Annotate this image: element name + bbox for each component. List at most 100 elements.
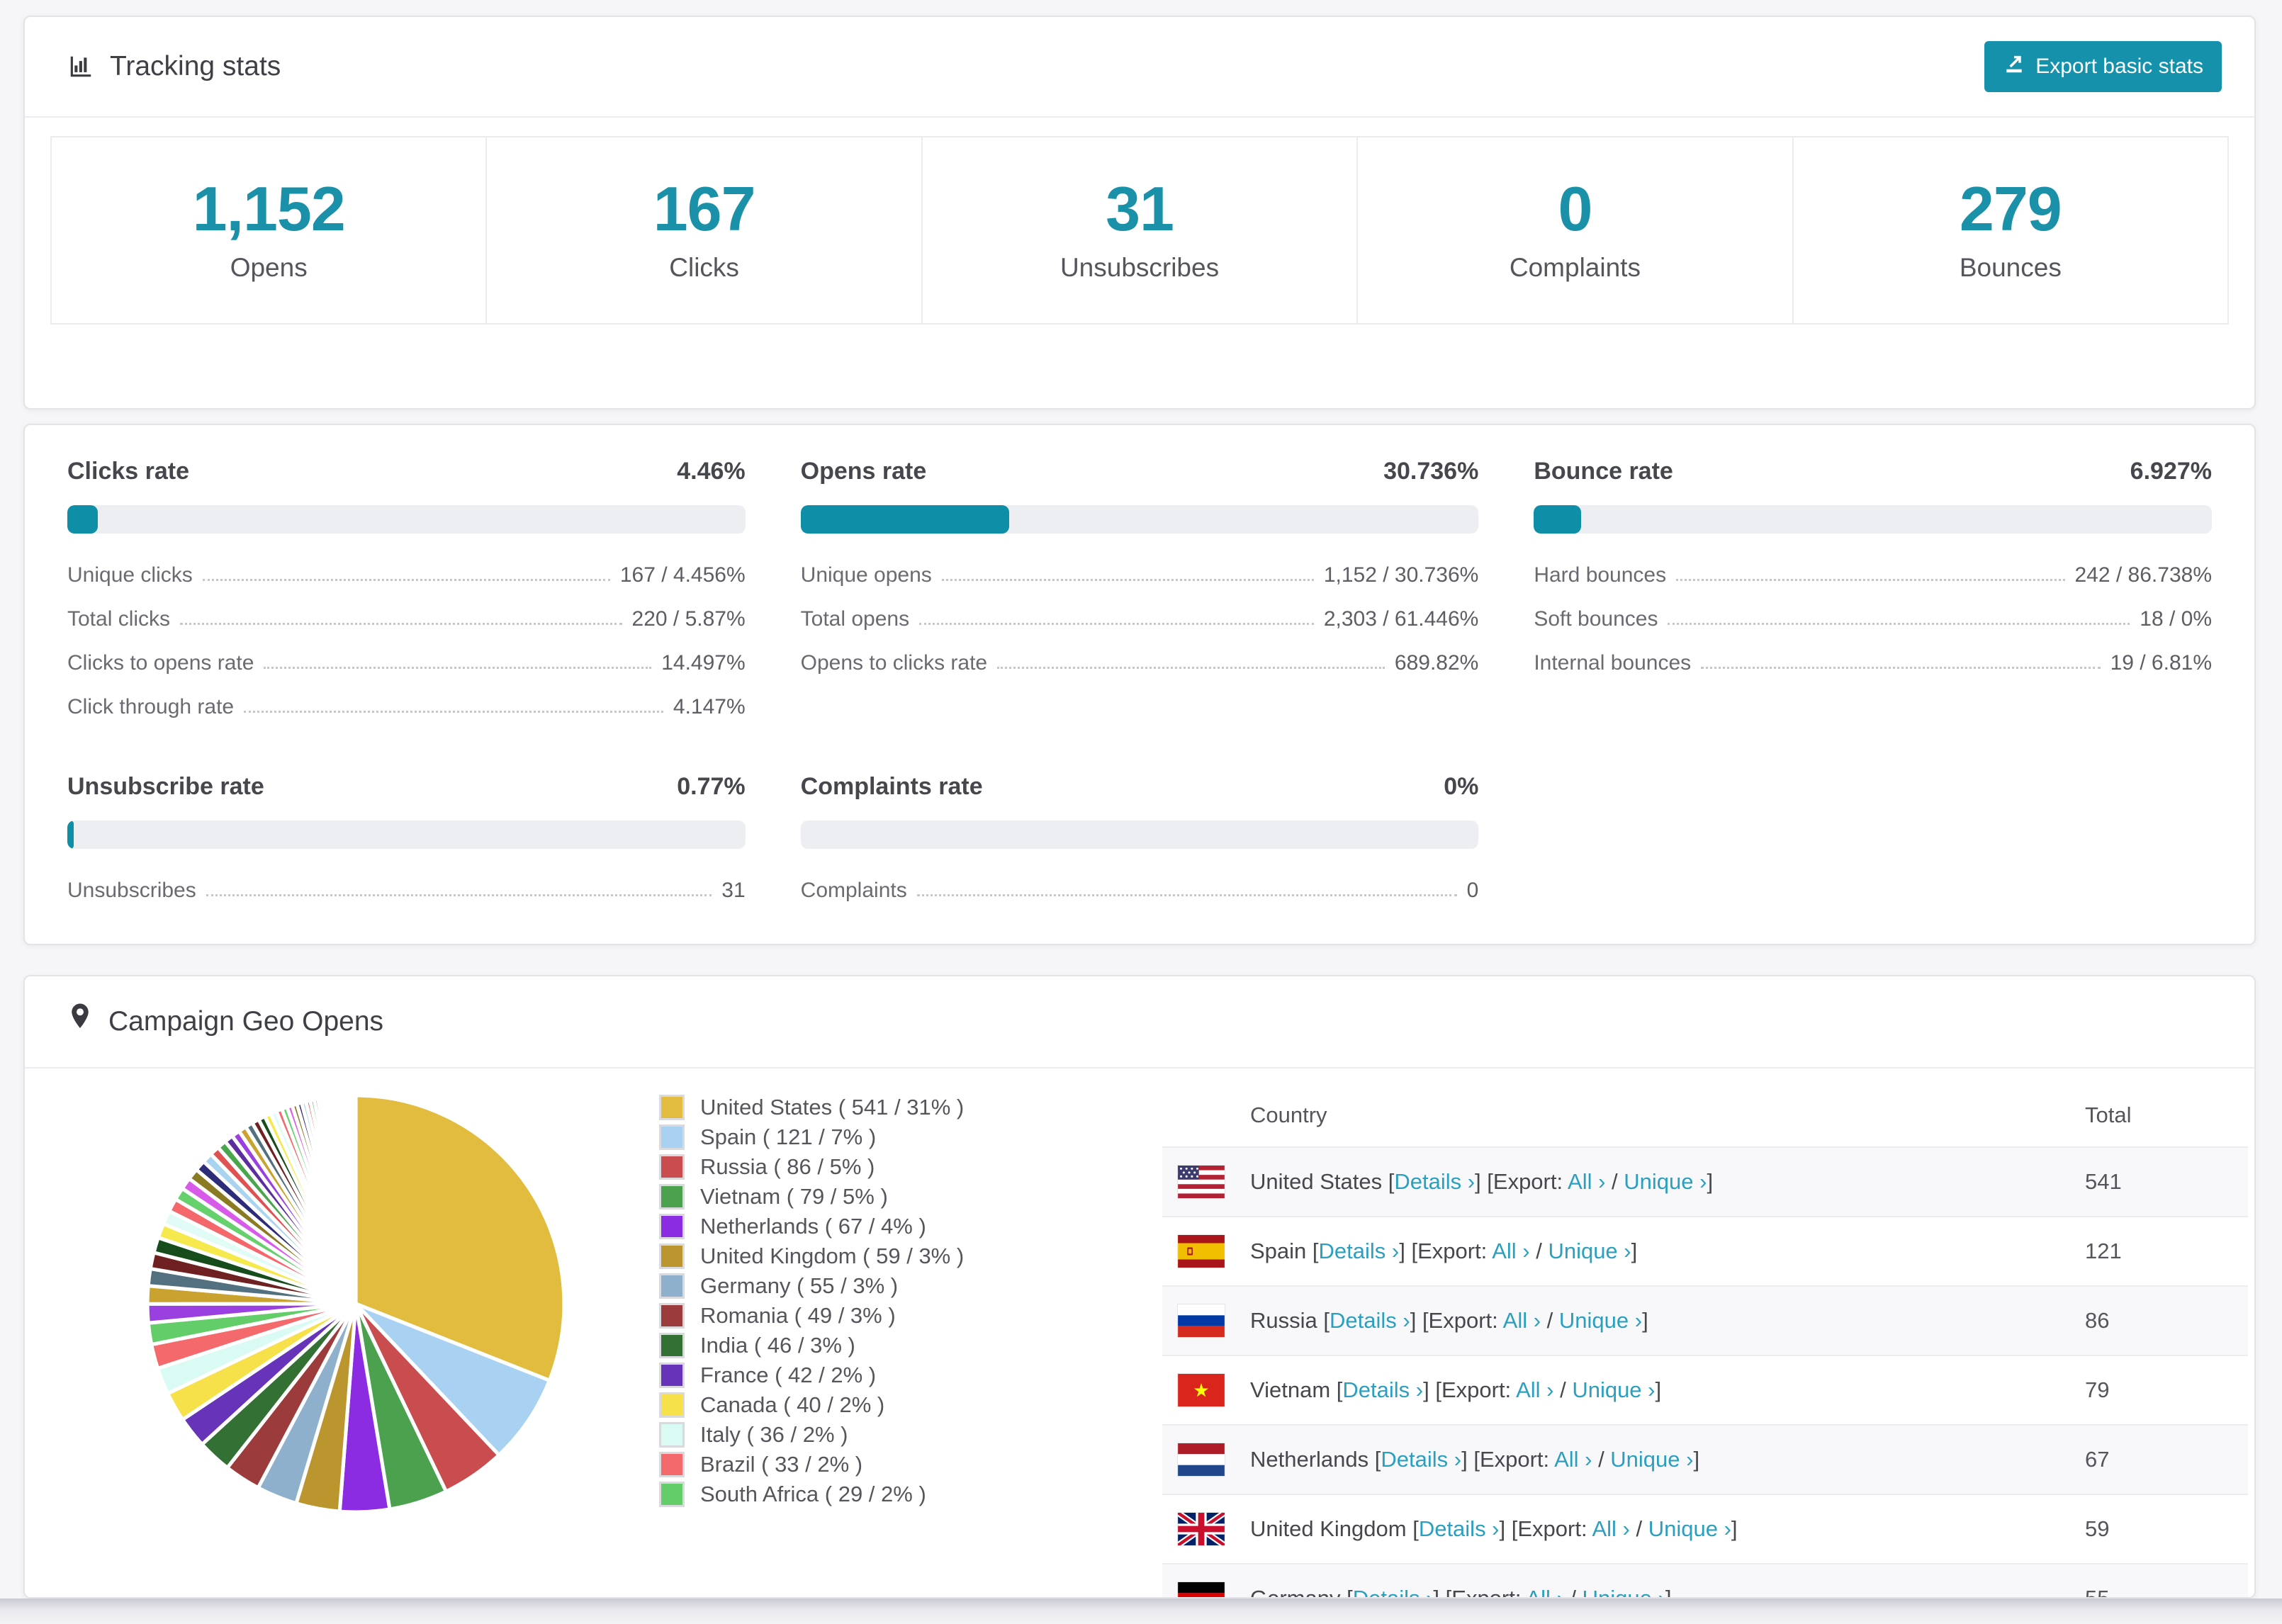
details-link[interactable]: Details › [1342,1377,1423,1402]
summary-stat-box: 0 Complaints [1356,136,1794,325]
rate-detail-label: Internal bounces [1534,651,1692,675]
campaign-geo-header: Campaign Geo Opens [25,976,2254,1068]
geo-legend: United States ( 541 / 31% ) Spain ( 121 … [659,1093,964,1509]
details-link[interactable]: Details › [1330,1308,1410,1333]
rate-detail-row: Unsubscribes 31 [67,869,746,913]
details-link[interactable]: Details › [1394,1169,1475,1194]
export-all-link[interactable]: All › [1503,1308,1541,1333]
export-unique-link[interactable]: Unique › [1572,1377,1655,1402]
export-unique-link[interactable]: Unique › [1648,1516,1731,1541]
rate-progress-bar [67,505,746,534]
country-flag-icon-de [1178,1582,1225,1597]
rate-detail-value: 31 [721,879,746,902]
legend-swatch [659,1124,685,1150]
legend-item[interactable]: Romania ( 49 / 3% ) [659,1301,964,1331]
rate-title: Clicks rate [67,458,189,485]
details-link[interactable]: Details › [1353,1586,1434,1597]
legend-swatch [659,1184,685,1209]
legend-item[interactable]: Russia ( 86 / 5% ) [659,1152,964,1182]
country-total: 121 [2085,1239,2122,1263]
country-flag-icon-nl [1178,1443,1225,1476]
legend-item[interactable]: Spain ( 121 / 7% ) [659,1122,964,1152]
rate-title: Bounce rate [1534,458,1673,485]
rate-block: Complaints rate 0% Complaints 0 [800,773,1479,913]
rate-detail-value: 2,303 / 61.446% [1323,607,1479,631]
export-icon [2003,52,2025,81]
summary-stat-value: 31 [1106,174,1174,244]
legend-item[interactable]: United Kingdom ( 59 / 3% ) [659,1241,964,1271]
legend-item[interactable]: South Africa ( 29 / 2% ) [659,1479,964,1509]
export-unique-link[interactable]: Unique › [1624,1169,1707,1194]
country-flag-icon-us [1178,1166,1225,1198]
country-name: Germany [1250,1586,1341,1598]
dotted-leader [1701,667,2101,669]
geo-table-header: Country Total [1162,1084,2248,1146]
country-total: 79 [2085,1377,2110,1402]
rate-detail-row: Soft bounces 18 / 0% [1534,597,2212,641]
country-total: 86 [2085,1308,2110,1333]
rate-percent: 30.736% [1383,458,1479,485]
summary-stat-box: 1,152 Opens [50,136,488,325]
country-total: 67 [2085,1447,2110,1472]
rate-detail-label: Opens to clicks rate [800,651,988,675]
summary-stat-value: 279 [1959,174,2062,244]
rate-detail-value: 19 / 6.81% [2110,651,2212,675]
summary-stat-value: 1,152 [192,174,346,244]
rate-progress-bar [800,505,1479,534]
export-all-link[interactable]: All › [1516,1377,1553,1402]
export-unique-link[interactable]: Unique › [1583,1586,1665,1597]
legend-item[interactable]: Vietnam ( 79 / 5% ) [659,1182,964,1212]
rate-detail-row: Internal bounces 19 / 6.81% [1534,641,2212,685]
map-pin-icon [67,1003,93,1041]
details-link[interactable]: Details › [1419,1516,1500,1541]
country-name: Vietnam [1250,1377,1331,1402]
export-unique-link[interactable]: Unique › [1548,1239,1631,1263]
dotted-leader [916,894,1457,896]
legend-item[interactable]: Brazil ( 33 / 2% ) [659,1450,964,1479]
details-link[interactable]: Details › [1319,1239,1400,1263]
rate-detail-row: Total clicks 220 / 5.87% [67,597,746,641]
country-flag-icon-ru [1178,1304,1225,1337]
legend-label: Brazil ( 33 / 2% ) [700,1452,863,1477]
export-all-link[interactable]: All › [1592,1516,1629,1541]
legend-swatch [659,1333,685,1358]
legend-swatch [659,1392,685,1418]
export-all-link[interactable]: All › [1526,1586,1563,1597]
rate-detail-label: Hard bounces [1534,563,1667,587]
dotted-leader [1676,579,2065,581]
legend-label: South Africa ( 29 / 2% ) [700,1482,926,1506]
export-basic-stats-button[interactable]: Export basic stats [1984,41,2222,92]
rate-detail-value: 1,152 / 30.736% [1323,563,1479,587]
legend-swatch [659,1422,685,1448]
legend-label: Vietnam ( 79 / 5% ) [700,1184,888,1209]
export-prefix: [Export: [1473,1447,1550,1472]
legend-label: Romania ( 49 / 3% ) [700,1303,896,1328]
summary-stat-box: 279 Bounces [1792,136,2230,325]
dashboard-page: Tracking stats Export basic stats 1,152 … [0,0,2282,1624]
legend-swatch [659,1482,685,1507]
rate-detail-value: 0 [1466,879,1479,902]
legend-item[interactable]: United States ( 541 / 31% ) [659,1093,964,1122]
pie-slice [352,1093,358,1304]
geo-table-row: United Kingdom [Details ›] [Export: All … [1162,1494,2248,1563]
export-all-link[interactable]: All › [1568,1169,1605,1194]
details-link[interactable]: Details › [1381,1447,1461,1472]
legend-item[interactable]: India ( 46 / 3% ) [659,1331,964,1360]
legend-item[interactable]: Germany ( 55 / 3% ) [659,1271,964,1301]
legend-item[interactable]: France ( 42 / 2% ) [659,1360,964,1390]
export-unique-link[interactable]: Unique › [1610,1447,1693,1472]
export-all-link[interactable]: All › [1492,1239,1529,1263]
geo-table-header-country: Country [1250,1103,1327,1127]
legend-swatch [659,1273,685,1299]
legend-label: India ( 46 / 3% ) [700,1333,855,1358]
rate-detail-value: 689.82% [1394,651,1479,675]
dotted-leader [244,711,663,713]
export-unique-link[interactable]: Unique › [1559,1308,1642,1333]
legend-item[interactable]: Canada ( 40 / 2% ) [659,1390,964,1420]
page-bottom-edge [0,1598,2282,1624]
export-all-link[interactable]: All › [1554,1447,1592,1472]
legend-item[interactable]: Netherlands ( 67 / 4% ) [659,1212,964,1241]
legend-item[interactable]: Italy ( 36 / 2% ) [659,1420,964,1450]
rate-detail-row: Total opens 2,303 / 61.446% [801,597,1479,641]
rate-progress-bar [1534,505,2212,534]
